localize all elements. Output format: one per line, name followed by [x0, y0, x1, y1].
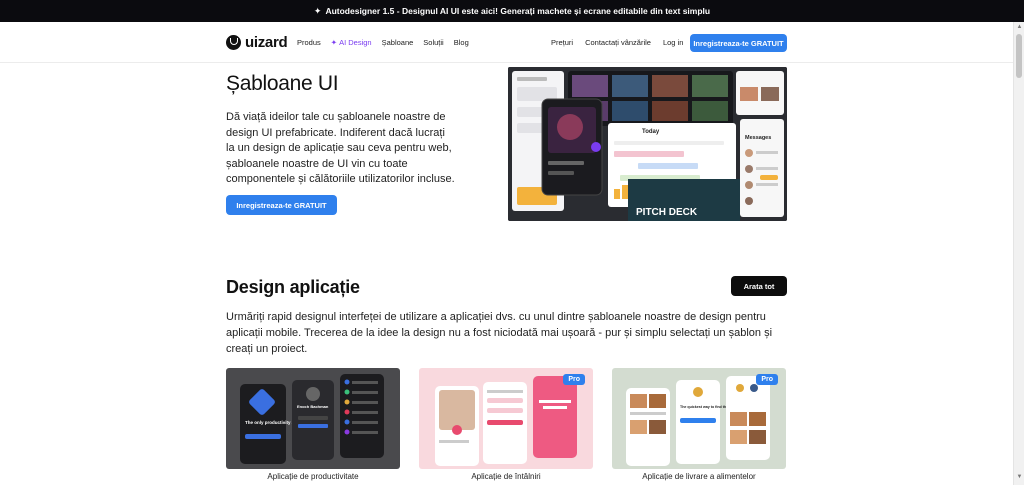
nav-ai-design-label: AI Design [339, 38, 372, 47]
hero-description: Dă viață ideilor tale cu șabloanele noas… [226, 111, 455, 185]
show-all-button[interactable]: Arata tot [731, 276, 787, 296]
card-label-productivity[interactable]: Aplicație de productivitate [226, 472, 400, 481]
productivity-user-name: Enoch Bachman [297, 404, 329, 409]
section-description: Urmăriți rapid designul interfeței de ut… [226, 311, 773, 355]
nav-sabloane[interactable]: Șabloane [382, 38, 414, 47]
pro-badge: Pro [563, 374, 585, 385]
logo-mark-icon [226, 35, 241, 50]
nav-ai-design[interactable]: ✦ AI Design [331, 38, 372, 47]
announcement-bar[interactable]: ✦ Autodesigner 1.5 - Designul AI UI este… [0, 0, 1024, 22]
nav-preturi[interactable]: Prețuri [551, 38, 573, 47]
nav-blog[interactable]: Blog [454, 38, 469, 47]
template-card-productivity[interactable]: The only productivity app you need Enoch… [226, 368, 400, 469]
hero-signup-button[interactable]: Inregistreaza-te GRATUIT [226, 195, 337, 215]
preview-pitch-text: PITCH DECK [636, 207, 698, 218]
scroll-down-icon[interactable]: ▼ [1016, 474, 1023, 481]
hero-preview-illustration: Today Messages PITCH DECK [508, 67, 787, 221]
scroll-up-icon[interactable]: ▲ [1016, 24, 1023, 31]
announcement-text: Autodesigner 1.5 - Designul AI UI este a… [325, 6, 711, 16]
nav-contact-sales[interactable]: Contactați vânzările [585, 38, 651, 47]
hero-templates-preview: Today Messages PITCH DECK [508, 67, 787, 221]
site-header: uizard Produs ✦ AI Design Șabloane Soluț… [0, 22, 1013, 63]
nav-solutii[interactable]: Soluții [423, 38, 443, 47]
pro-badge: Pro [756, 374, 778, 385]
main-nav: Produs ✦ AI Design Șabloane Soluții Blog [297, 38, 469, 47]
section-title: Design aplicație [226, 277, 360, 297]
template-card-food-delivery[interactable]: The quickest way to find the perfect bit… [612, 368, 786, 469]
header-signup-button[interactable]: Inregistreaza-te GRATUIT [690, 34, 787, 52]
productivity-preview: The only productivity app you need Enoch… [240, 374, 384, 464]
preview-messages-text: Messages [745, 135, 771, 141]
secondary-nav: Prețuri Contactați vânzările Log in [551, 38, 683, 47]
page: ✦ Autodesigner 1.5 - Designul AI UI este… [0, 0, 1024, 485]
hero-title: Șabloane UI [226, 72, 339, 95]
logo-text: uizard [245, 34, 288, 51]
page-scrollbar[interactable]: ▲ ▼ [1013, 22, 1024, 485]
ai-sparkle-icon: ✦ [330, 38, 338, 47]
card-label-dating[interactable]: Aplicație de întâlniri [419, 472, 593, 481]
scrollbar-thumb[interactable] [1016, 34, 1022, 78]
card-label-food-delivery[interactable]: Aplicație de livrare a alimentelor [612, 472, 786, 481]
preview-today-text: Today [642, 129, 660, 135]
nav-produs[interactable]: Produs [297, 38, 321, 47]
sparkle-icon: ✦ [313, 5, 322, 16]
template-card-dating[interactable]: Pro [419, 368, 593, 469]
uizard-logo[interactable]: uizard [226, 34, 288, 51]
nav-login[interactable]: Log in [663, 38, 683, 47]
